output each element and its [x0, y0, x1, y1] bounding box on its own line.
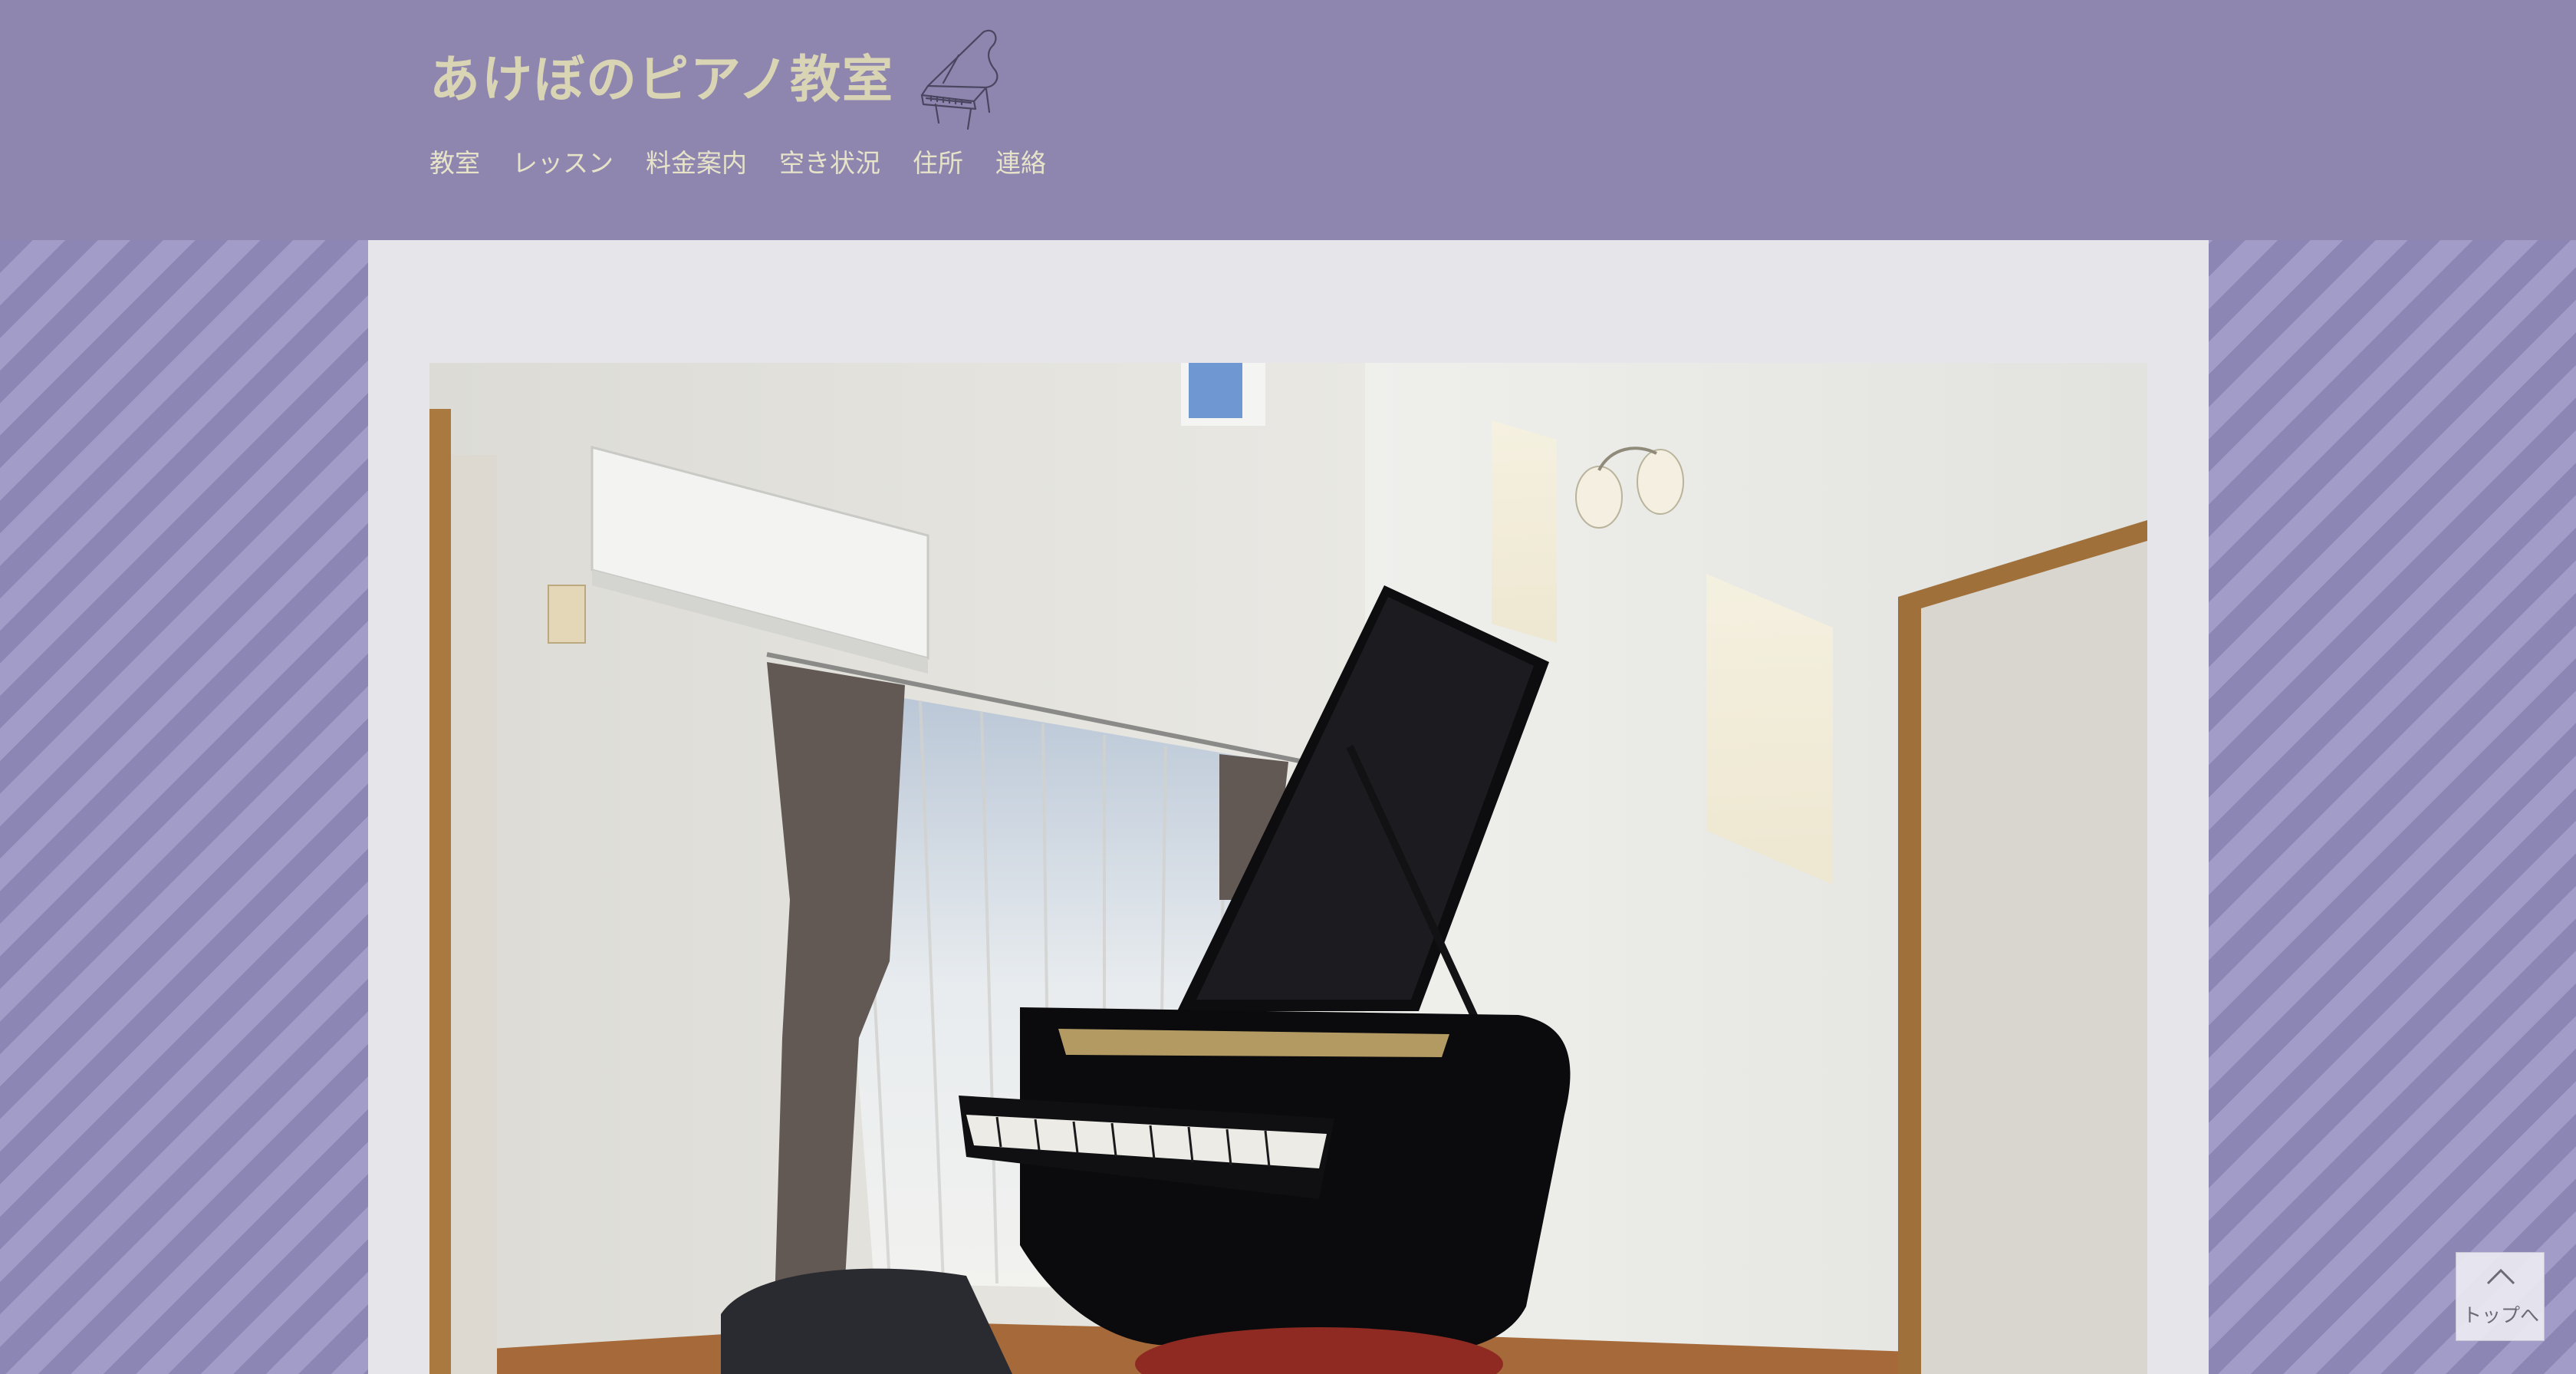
- chevron-up-icon: [2486, 1268, 2515, 1285]
- nav-item-lessons[interactable]: レッスン: [512, 143, 614, 180]
- grand-piano-room-photo: [429, 363, 2147, 1374]
- site-title[interactable]: あけぼのピアノ教室: [429, 38, 894, 112]
- hero-image: [429, 363, 2147, 1374]
- main-nav: 教室 レッスン 料金案内 空き状況 住所 連絡: [429, 143, 1046, 180]
- site-header: あけぼのピアノ教室 教室 レッスン 料金案内 空き状況 住所 連絡: [0, 0, 2576, 240]
- back-to-top-label: トップへ: [2462, 1304, 2539, 1326]
- nav-item-contact[interactable]: 連絡: [995, 143, 1046, 180]
- nav-item-availability[interactable]: 空き状況: [779, 143, 880, 180]
- nav-item-pricing[interactable]: 料金案内: [646, 143, 747, 180]
- back-to-top-button[interactable]: トップへ: [2456, 1252, 2545, 1341]
- nav-item-classroom[interactable]: 教室: [429, 143, 480, 180]
- grand-piano-logo-icon: [920, 29, 998, 130]
- nav-item-address[interactable]: 住所: [913, 143, 963, 180]
